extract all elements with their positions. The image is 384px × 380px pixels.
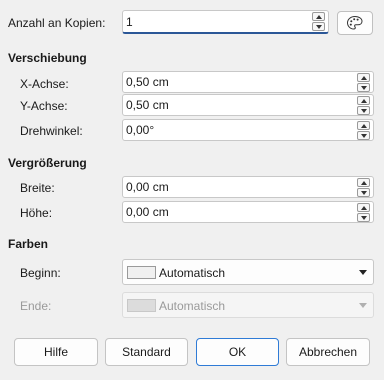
rotation-label: Drehwinkel: <box>20 124 83 138</box>
copies-increment-button[interactable] <box>312 12 325 21</box>
y-axis-increment-button[interactable] <box>357 96 370 105</box>
y-axis-decrement-button[interactable] <box>357 106 370 115</box>
y-axis-value[interactable]: 0,50 cm <box>126 98 169 112</box>
cancel-button[interactable]: Abbrechen <box>286 338 370 366</box>
height-spinbox[interactable]: 0,00 cm <box>122 201 374 223</box>
height-label: Höhe: <box>20 206 53 220</box>
arrow-down-icon <box>316 25 322 29</box>
width-increment-button[interactable] <box>357 178 370 187</box>
start-color-value: Automatisch <box>159 266 226 280</box>
arrow-up-icon <box>316 15 322 19</box>
x-axis-label: X-Achse: <box>20 77 69 91</box>
height-spin-buttons[interactable] <box>357 203 370 222</box>
end-color-value: Automatisch <box>159 299 226 313</box>
x-axis-spinbox[interactable]: 0,50 cm <box>122 71 374 93</box>
ok-button[interactable]: OK <box>196 338 279 366</box>
arrow-up-icon <box>361 206 367 210</box>
rotation-decrement-button[interactable] <box>357 131 370 140</box>
copies-spinbox[interactable]: 1 <box>122 10 329 34</box>
palette-button[interactable] <box>337 11 373 35</box>
palette-icon <box>346 15 363 30</box>
arrow-down-icon <box>361 191 367 195</box>
arrow-up-icon <box>361 76 367 80</box>
width-spin-buttons[interactable] <box>357 178 370 197</box>
x-axis-decrement-button[interactable] <box>357 83 370 92</box>
start-color-label: Beginn: <box>20 266 61 280</box>
arrow-down-icon <box>361 86 367 90</box>
rotation-spin-buttons[interactable] <box>357 121 370 140</box>
rotation-spinbox[interactable]: 0,00° <box>122 119 374 141</box>
standard-button[interactable]: Standard <box>105 338 188 366</box>
rotation-value[interactable]: 0,00° <box>126 123 154 137</box>
arrow-up-icon <box>361 181 367 185</box>
colors-heading: Farben <box>8 237 49 251</box>
arrow-down-icon <box>361 216 367 220</box>
arrow-up-icon <box>361 99 367 103</box>
height-increment-button[interactable] <box>357 203 370 212</box>
height-decrement-button[interactable] <box>357 213 370 222</box>
end-color-dropdown: Automatisch <box>122 292 374 318</box>
y-axis-label: Y-Achse: <box>20 99 68 113</box>
arrow-down-icon <box>361 134 367 138</box>
arrow-down-icon <box>361 109 367 113</box>
x-axis-spin-buttons[interactable] <box>357 73 370 92</box>
copies-decrement-button[interactable] <box>312 22 325 31</box>
chevron-down-icon <box>359 270 367 275</box>
copies-label: Anzahl an Kopien: <box>8 16 106 30</box>
width-decrement-button[interactable] <box>357 188 370 197</box>
copies-value[interactable]: 1 <box>126 15 133 29</box>
y-axis-spin-buttons[interactable] <box>357 96 370 115</box>
x-axis-value[interactable]: 0,50 cm <box>126 75 169 89</box>
rotation-increment-button[interactable] <box>357 121 370 130</box>
end-color-swatch <box>127 299 156 312</box>
chevron-down-icon <box>359 303 367 308</box>
placement-heading: Verschiebung <box>8 51 87 65</box>
copies-spin-buttons[interactable] <box>312 12 325 31</box>
start-color-swatch <box>127 266 156 279</box>
x-axis-increment-button[interactable] <box>357 73 370 82</box>
end-color-label: Ende: <box>20 299 52 313</box>
width-label: Breite: <box>20 181 55 195</box>
enlargement-heading: Vergrößerung <box>8 156 87 170</box>
start-color-dropdown[interactable]: Automatisch <box>122 259 374 285</box>
width-value[interactable]: 0,00 cm <box>126 180 169 194</box>
arrow-up-icon <box>361 124 367 128</box>
help-button[interactable]: Hilfe <box>14 338 98 366</box>
height-value[interactable]: 0,00 cm <box>126 205 169 219</box>
width-spinbox[interactable]: 0,00 cm <box>122 176 374 198</box>
y-axis-spinbox[interactable]: 0,50 cm <box>122 94 374 116</box>
